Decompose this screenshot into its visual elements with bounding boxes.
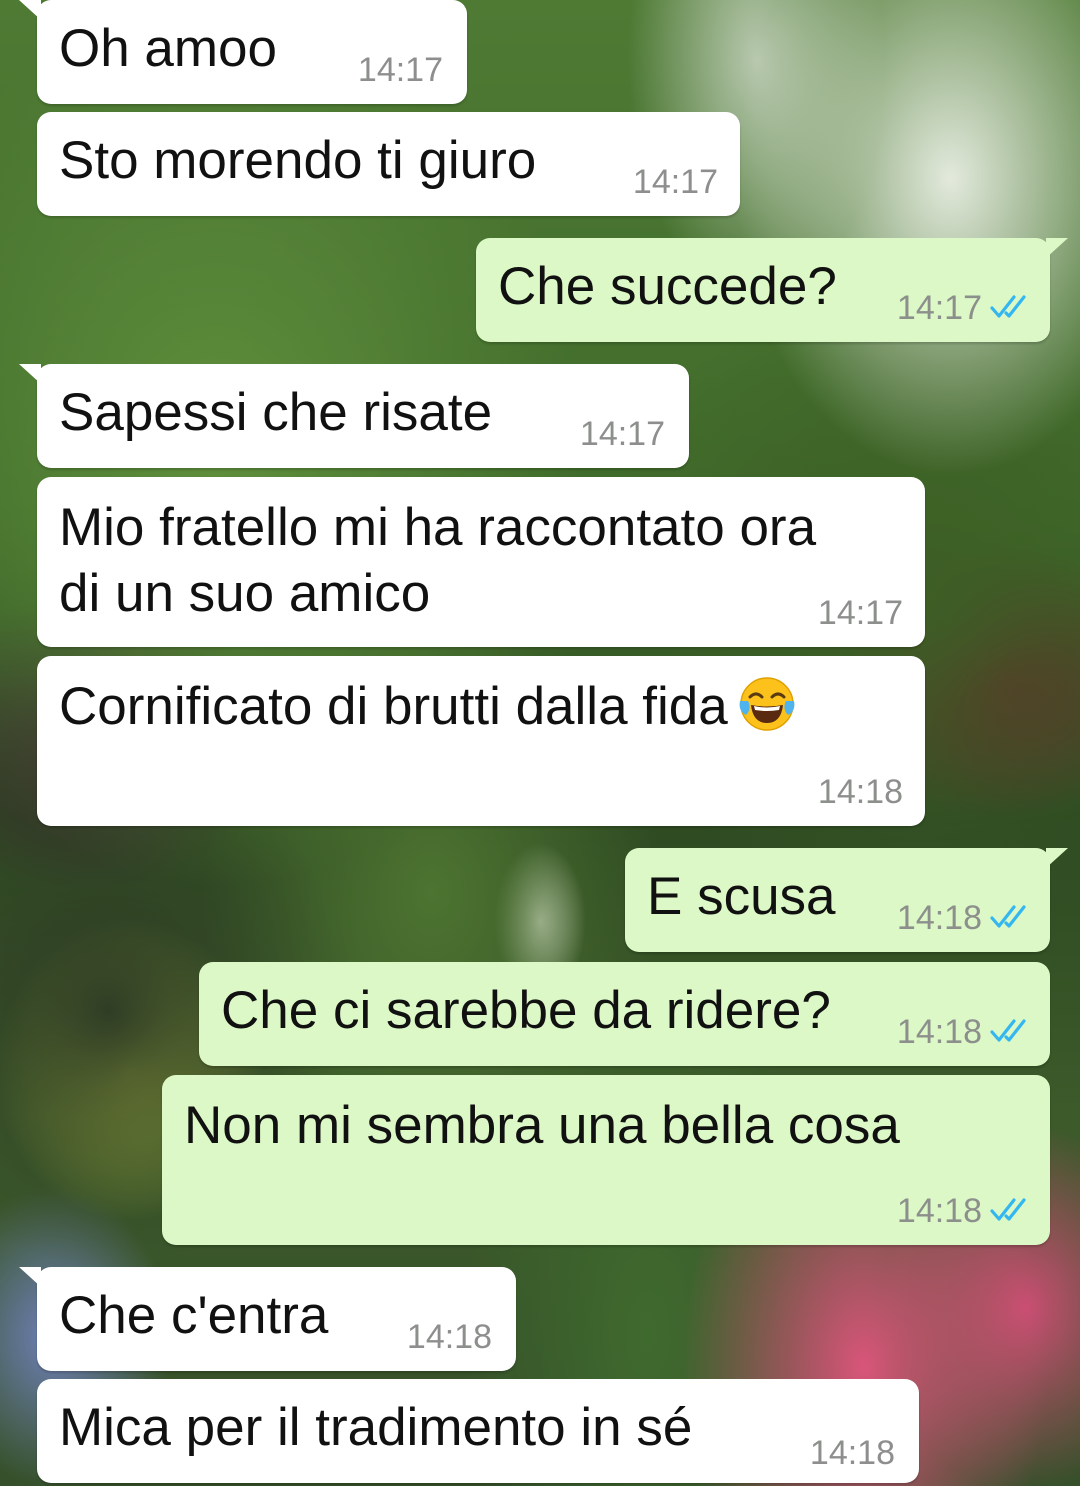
message-bubble-incoming[interactable]: Oh amoo 14:17 (19, 0, 467, 104)
message-timestamp: 14:18 (809, 1434, 895, 1472)
message-bubble-outgoing[interactable]: Che succede? 14:17 (476, 238, 1068, 342)
message-text: Cornificato di brutti dalla fida (59, 677, 728, 736)
face-with-tears-of-joy-icon (739, 677, 795, 731)
read-receipt-double-check-icon (990, 295, 1026, 318)
message-timestamp: 14:17 (357, 51, 443, 89)
message-bubble-outgoing[interactable]: Non mi sembra una bella cosa 14:18 (162, 1075, 1050, 1245)
message-timestamp: 14:17 (817, 594, 903, 632)
message-text-line-1: Mio fratello mi ha raccontato ora (59, 498, 817, 557)
message-bubble-incoming[interactable]: Cornificato di brutti dalla fida 14:18 (37, 656, 925, 826)
read-receipt-double-check-icon (990, 905, 1026, 928)
message-text: Mica per il tradimento in sé (59, 1398, 693, 1457)
message-bubble-outgoing[interactable]: Che ci sarebbe da ridere? 14:18 (199, 962, 1050, 1066)
message-bubble-outgoing[interactable]: E scusa 14:18 (625, 848, 1068, 952)
message-timestamp: 14:18 (896, 1192, 982, 1230)
message-text: Sto morendo ti giuro (59, 131, 537, 190)
message-text: E scusa (647, 867, 836, 926)
message-timestamp: 14:17 (579, 415, 665, 453)
message-text: Che c'entra (59, 1286, 329, 1345)
message-timestamp: 14:18 (817, 773, 903, 811)
message-text: Che succede? (498, 257, 837, 316)
message-bubble-incoming[interactable]: Mio fratello mi ha raccontato ora di un … (37, 477, 925, 647)
message-timestamp: 14:18 (406, 1318, 492, 1356)
read-receipt-double-check-icon (990, 1019, 1026, 1042)
message-bubble-incoming[interactable]: Che c'entra 14:18 (19, 1267, 516, 1371)
message-timestamp: 14:17 (896, 289, 982, 327)
message-text: Che ci sarebbe da ridere? (221, 981, 831, 1040)
message-text-line-2: di un suo amico (59, 564, 431, 623)
read-receipt-double-check-icon (990, 1198, 1026, 1221)
message-text-row: Cornificato di brutti dalla fida (59, 674, 796, 740)
message-bubble-incoming[interactable]: Sto morendo ti giuro 14:17 (37, 112, 740, 216)
message-timestamp: 14:18 (896, 899, 982, 937)
message-bubble-incoming[interactable]: Sapessi che risate 14:17 (19, 364, 689, 468)
message-timestamp: 14:17 (632, 163, 718, 201)
chat-message-list[interactable]: Oh amoo 14:17 Sto morendo ti giuro 14:17… (0, 0, 1080, 1486)
message-text: Sapessi che risate (59, 383, 493, 442)
message-timestamp: 14:18 (896, 1013, 982, 1051)
message-bubble-incoming[interactable]: Mica per il tradimento in sé 14:18 (37, 1379, 919, 1483)
message-text: Non mi sembra una bella cosa (184, 1096, 900, 1155)
message-text: Oh amoo (59, 19, 278, 78)
